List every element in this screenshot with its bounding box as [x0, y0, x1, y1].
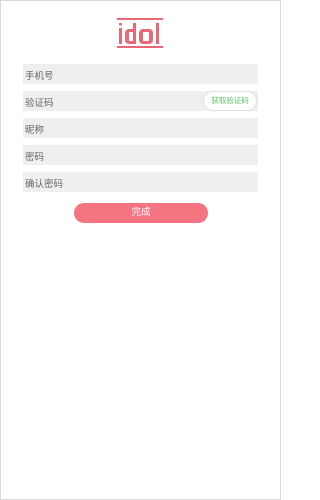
submit-button[interactable]: 完成 [74, 203, 208, 223]
password-field[interactable] [23, 145, 260, 168]
confirm-password-input[interactable] [23, 174, 260, 195]
verification-code-field[interactable]: 获取验证码 [23, 91, 260, 114]
password-input[interactable] [23, 147, 260, 168]
nickname-field[interactable] [23, 118, 260, 141]
phone-input[interactable] [23, 66, 260, 87]
get-verification-code-button[interactable]: 获取验证码 [204, 92, 256, 110]
nickname-input[interactable] [23, 120, 260, 141]
idol-logo [117, 18, 163, 48]
confirm-password-field[interactable] [23, 172, 260, 195]
phone-field[interactable] [23, 64, 260, 87]
